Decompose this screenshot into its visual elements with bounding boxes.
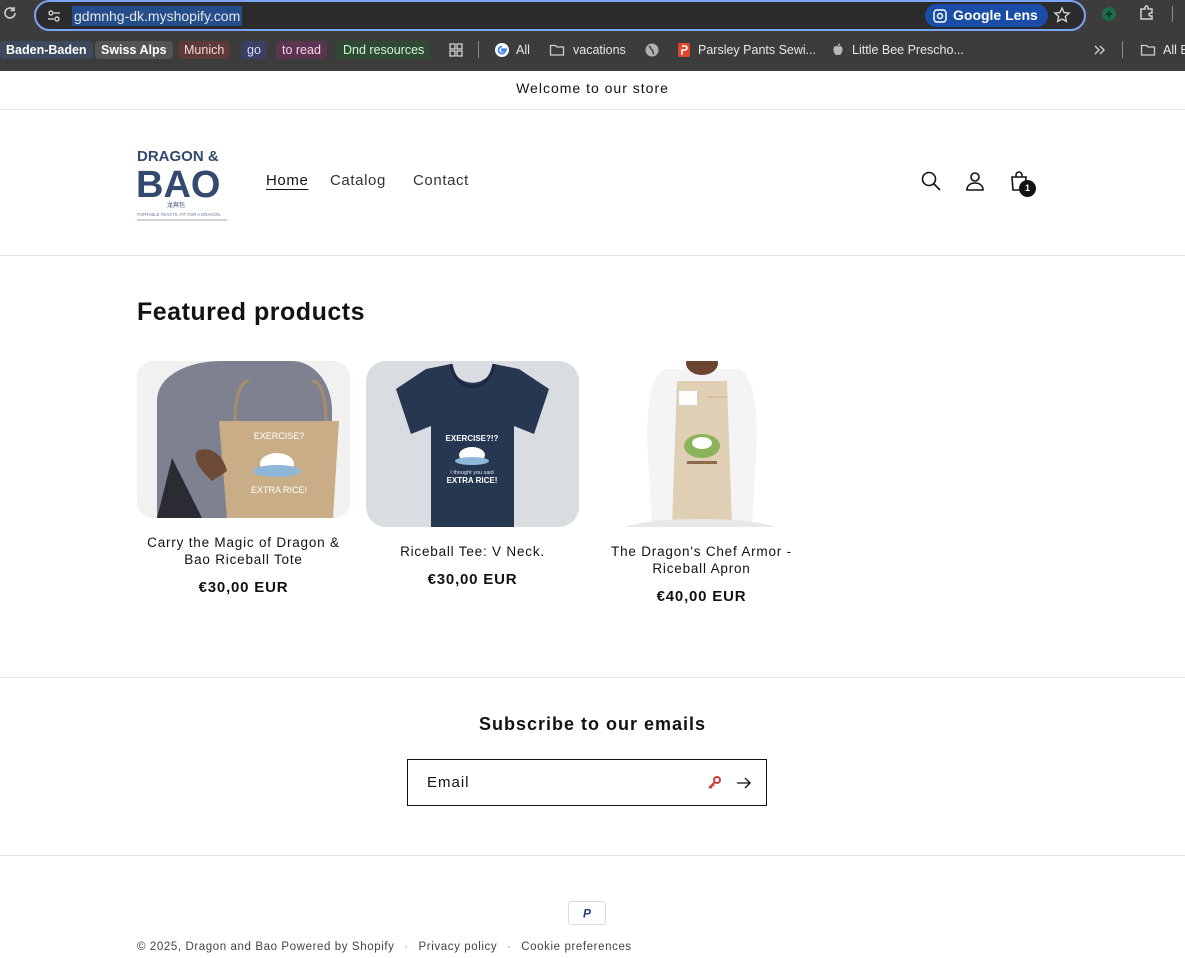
bookmark-divider	[478, 41, 479, 58]
logo-tagline: PORTABLE FEASTS. FIT FOR A DRAGON.	[137, 212, 221, 217]
footer-separator: ·	[507, 941, 512, 953]
svg-text:~~~~~~~: ~~~~~~~	[707, 395, 728, 401]
product-price-apron: €40,00 EUR	[656, 588, 747, 605]
browser-chrome: gdmnhg-dk.myshopify.com Google Lens Bade…	[0, 0, 1185, 71]
announcement-bar: Welcome to our store	[0, 71, 1185, 110]
product-card-apron[interactable]: ~~~~~~~ The Dragon's Chef Armor - Riceba…	[595, 361, 808, 605]
privacy-policy-link[interactable]: Privacy policy	[419, 941, 498, 953]
nav-catalog[interactable]: Catalog	[330, 172, 386, 189]
v-neck-tee-image: EXERCISE?!? I thought you said EXTRA RIC…	[366, 361, 579, 527]
folder-icon	[1140, 44, 1156, 56]
bookmark-little-bee[interactable]: Little Bee Prescho...	[852, 41, 964, 59]
product-card-tote[interactable]: EXERCISE? EXTRA RICE! Carry the Magic of…	[137, 361, 350, 596]
bookmark-folder-go[interactable]: go	[241, 41, 267, 59]
folder-icon	[549, 44, 565, 56]
email-field[interactable]	[408, 760, 698, 805]
lens-icon	[933, 8, 947, 23]
bookmark-star-icon[interactable]	[1053, 6, 1071, 24]
google-icon	[495, 43, 509, 57]
bookmark-all-bookmarks[interactable]: All B	[1163, 41, 1185, 59]
tee-art-line3: EXTRA RICE!	[447, 476, 498, 485]
bookmark-folder-baden-baden[interactable]: Baden-Baden	[0, 41, 93, 59]
featured-products-heading: Featured products	[137, 298, 365, 326]
extensions-puzzle-icon[interactable]	[1138, 4, 1156, 22]
url-text[interactable]: gdmnhg-dk.myshopify.com	[72, 6, 243, 26]
product-price-tote: €30,00 EUR	[198, 579, 289, 596]
pattern-site-icon	[678, 43, 690, 57]
bookmark-divider	[1122, 41, 1123, 58]
product-title-tee[interactable]: Riceball Tee: V Neck.	[366, 543, 579, 560]
product-image-tote[interactable]: EXERCISE? EXTRA RICE!	[137, 361, 350, 518]
toolbar-divider	[1172, 6, 1173, 22]
globe-icon[interactable]	[644, 42, 660, 58]
bookmark-all[interactable]: All	[516, 41, 530, 59]
cookie-preferences-link[interactable]: Cookie preferences	[521, 941, 632, 953]
product-image-tee[interactable]: EXERCISE?!? I thought you said EXTRA RIC…	[366, 361, 579, 527]
cart-count-badge: 1	[1019, 180, 1036, 197]
apple-icon	[833, 43, 843, 55]
bookmark-parsley-pants[interactable]: Parsley Pants Sewi...	[698, 41, 816, 59]
dragon-and-bao-logo[interactable]: DRAGON & BAO 龙與包 PORTABLE FEASTS. FIT FO…	[137, 145, 227, 221]
footer-separator: ·	[404, 941, 409, 953]
logo-line2: BAO	[137, 164, 220, 206]
paypal-mark: P	[583, 907, 591, 921]
google-lens-label: Google Lens	[953, 7, 1038, 23]
nav-contact[interactable]: Contact	[413, 172, 469, 189]
tote-art-line1: EXERCISE?	[254, 431, 305, 441]
account-icon[interactable]	[964, 170, 986, 192]
bookmark-folder-dnd-resources[interactable]: Dnd resources	[337, 41, 431, 59]
tote-bag-image: EXERCISE? EXTRA RICE!	[137, 361, 350, 518]
bookmark-folder-munich[interactable]: Munich	[178, 41, 231, 59]
bookmark-vacations[interactable]: vacations	[573, 41, 626, 59]
extension-icon[interactable]	[1100, 5, 1118, 23]
bookmark-folder-swiss-alps[interactable]: Swiss Alps	[95, 41, 173, 59]
tote-art-line2: EXTRA RICE!	[251, 485, 307, 495]
search-icon[interactable]	[920, 170, 942, 192]
paypal-icon: P	[568, 901, 606, 925]
chef-apron-image: ~~~~~~~	[595, 361, 808, 527]
nav-home[interactable]: Home	[266, 172, 308, 189]
product-title-apron[interactable]: The Dragon's Chef Armor - Riceball Apron	[595, 543, 808, 577]
newsletter-form	[407, 759, 767, 806]
product-title-tote[interactable]: Carry the Magic of Dragon & Bao Riceball…	[137, 534, 350, 568]
copyright-text: © 2025, Dragon and Bao	[137, 941, 278, 953]
product-price-tee: €30,00 EUR	[427, 571, 518, 588]
subscribe-arrow-icon[interactable]	[736, 776, 752, 790]
powered-by-shopify-link[interactable]: Powered by Shopify	[281, 941, 394, 953]
google-lens-button[interactable]: Google Lens	[925, 4, 1048, 27]
logo-line1: DRAGON &	[137, 148, 219, 165]
product-image-apron[interactable]: ~~~~~~~	[595, 361, 808, 527]
product-card-tee[interactable]: EXERCISE?!? I thought you said EXTRA RIC…	[366, 361, 579, 588]
logo-chinese: 龙與包	[167, 201, 185, 209]
reload-icon[interactable]	[2, 5, 18, 21]
announcement-text: Welcome to our store	[516, 80, 669, 96]
apps-grid-icon[interactable]	[448, 42, 464, 58]
chevron-double-right-icon[interactable]	[1092, 42, 1108, 58]
password-key-icon[interactable]	[706, 775, 722, 791]
address-bar[interactable]: gdmnhg-dk.myshopify.com Google Lens	[34, 0, 1086, 31]
tee-art-line1: EXERCISE?!?	[446, 434, 499, 443]
site-header: DRAGON & BAO 龙與包 PORTABLE FEASTS. FIT FO…	[0, 110, 1185, 256]
site-settings-icon[interactable]	[46, 8, 62, 24]
newsletter-heading: Subscribe to our emails	[478, 714, 707, 734]
newsletter-section: Subscribe to our emails	[0, 677, 1185, 856]
bookmark-folder-to-read[interactable]: to read	[276, 41, 327, 59]
footer-links: © 2025, Dragon and Bao Powered by Shopif…	[137, 941, 632, 953]
